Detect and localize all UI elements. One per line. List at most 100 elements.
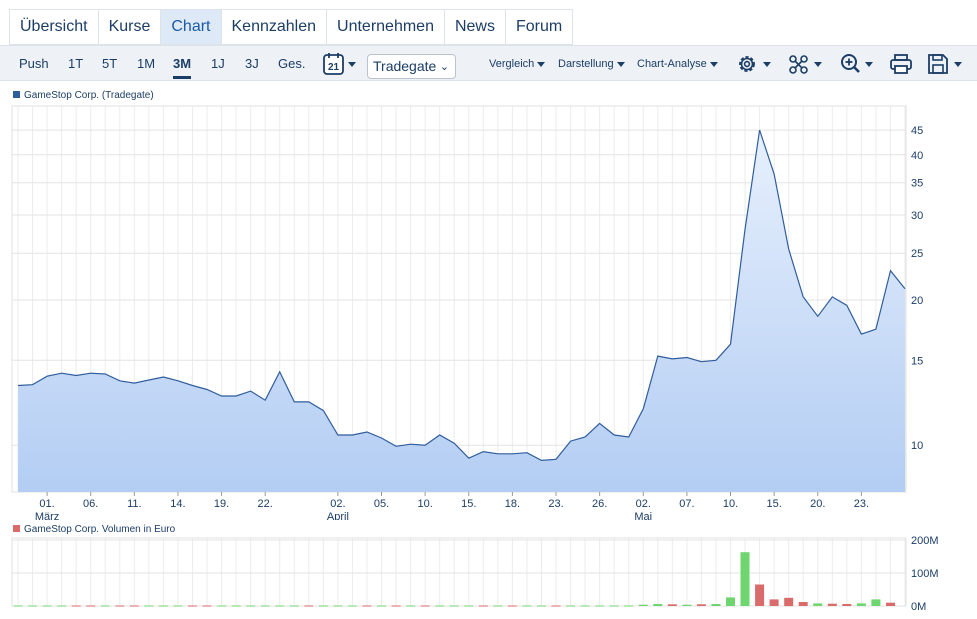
print-button[interactable] [889, 52, 913, 76]
range-5[interactable]: 1J [211, 46, 225, 82]
range-7[interactable]: Ges. [278, 46, 305, 82]
volume-bar [289, 605, 299, 607]
volume-bar [653, 604, 663, 606]
display-menu[interactable]: Darstellung [558, 46, 625, 82]
volume-bar [406, 605, 416, 607]
tab-5[interactable]: News [443, 9, 505, 45]
range-6[interactable]: 3J [245, 46, 259, 82]
volume-bar [609, 605, 619, 607]
tab-4[interactable]: Unternehmen [326, 9, 444, 45]
volume-bar [246, 605, 256, 607]
exchange-select[interactable]: Tradegate ⌄ [367, 54, 456, 79]
price-x-tick-label: 23. [548, 498, 563, 510]
volume-bar [726, 597, 735, 606]
save-button[interactable] [926, 52, 966, 76]
volume-bar [304, 605, 314, 607]
volume-y-tick-label: 100M [911, 568, 939, 580]
display-menu-label: Darstellung [558, 58, 614, 70]
floppy-disk-icon [928, 54, 962, 74]
price-y-tick-label: 45 [911, 125, 923, 137]
price-x-tick-label: 10. [723, 498, 738, 510]
volume-bar [624, 605, 634, 607]
volume-bar [28, 605, 37, 607]
price-x-tick-label: 02. [636, 498, 651, 510]
price-x-tick-label: 02. [330, 498, 345, 510]
price-x-tick-label: 06. [83, 498, 98, 510]
tab-2[interactable]: Chart [160, 9, 221, 45]
volume-bar [478, 605, 488, 607]
price-month-label: Mai [634, 511, 652, 520]
volume-bar [260, 605, 270, 607]
volume-bar [813, 603, 823, 606]
range-3[interactable]: 1M [137, 46, 155, 82]
volume-bar [566, 605, 575, 607]
volume-bar [638, 604, 648, 606]
calendar-day: 21 [328, 62, 340, 73]
volume-bar [537, 605, 546, 607]
price-chart[interactable]: 10 15 20 25 30 35 40 45 01. 06. 11. 14. 19. 22. 02. 05… [0, 100, 977, 520]
price-x-tick-label: 15. [461, 498, 476, 510]
tab-6[interactable]: Forum [504, 9, 574, 45]
zoom-in-icon [841, 54, 873, 73]
volume-bar [86, 605, 96, 607]
tab-1[interactable]: Kurse [97, 9, 161, 45]
volume-bar [391, 605, 401, 607]
volume-bar [595, 605, 605, 607]
range-0[interactable]: Push [19, 46, 49, 82]
volume-bar [173, 605, 183, 607]
range-1[interactable]: 1T [68, 46, 83, 82]
caret-down-icon [537, 61, 546, 67]
indicators-button[interactable] [787, 52, 827, 76]
chevron-down-icon: ⌄ [439, 61, 449, 73]
volume-bar [188, 605, 197, 607]
date-picker-button[interactable]: 21 [323, 53, 359, 75]
volume-legend-label: GameStop Corp. Volumen in Euro [24, 524, 176, 535]
price-y-tick-label: 30 [911, 210, 923, 222]
volume-bar [217, 605, 227, 607]
volume-bar [158, 605, 168, 607]
print-icon [890, 54, 912, 74]
price-y-tick-label: 25 [911, 248, 923, 260]
tab-0[interactable]: Übersicht [9, 9, 98, 45]
volume-y-axis: 200M 100M 0M [911, 536, 939, 613]
caret-down-icon [709, 61, 718, 67]
range-4[interactable]: 3M [173, 46, 192, 82]
volume-bar [435, 605, 445, 607]
compare-menu[interactable]: Vergleich [489, 46, 546, 82]
volume-bar [231, 605, 241, 607]
settings-button[interactable] [735, 52, 775, 76]
volume-bar [842, 604, 852, 606]
price-x-tick-label: 18. [505, 498, 520, 510]
volume-bar [784, 597, 794, 607]
price-y-tick-label: 20 [911, 295, 923, 307]
volume-bar [755, 584, 765, 606]
volume-bar [856, 603, 866, 606]
volume-bar [871, 599, 881, 606]
price-month-label: April [327, 511, 349, 520]
price-x-tick-label: 11. [127, 498, 141, 510]
gear-icon [739, 56, 771, 72]
chart-analysis-menu[interactable]: Chart-Analyse [637, 46, 718, 82]
volume-bar [275, 605, 285, 607]
volume-bar [827, 603, 837, 606]
price-y-tick-label: 40 [911, 150, 923, 162]
volume-chart-legend: GameStop Corp. Volumen in Euro [13, 524, 175, 535]
volume-bar [740, 552, 750, 606]
price-x-tick-label: 14. [170, 498, 185, 510]
volume-bar [377, 605, 386, 607]
volume-bar [464, 605, 474, 607]
volume-bar [449, 605, 459, 607]
volume-bar [129, 605, 139, 607]
volume-bar [100, 605, 110, 607]
volume-bar [769, 599, 779, 606]
tab-3[interactable]: Kennzahlen [220, 9, 327, 45]
volume-chart[interactable]: 200M 100M 0M [0, 536, 977, 616]
price-x-tick-label: 26. [592, 498, 607, 510]
volume-y-tick-label: 200M [911, 536, 939, 547]
price-x-tick-label: 20. [810, 498, 825, 510]
price-x-tick-label: 05. [374, 498, 389, 510]
volume-bar [13, 605, 23, 607]
zoom-button[interactable] [839, 52, 879, 76]
exchange-select-value: Tradegate [373, 58, 437, 74]
range-2[interactable]: 5T [102, 46, 117, 82]
